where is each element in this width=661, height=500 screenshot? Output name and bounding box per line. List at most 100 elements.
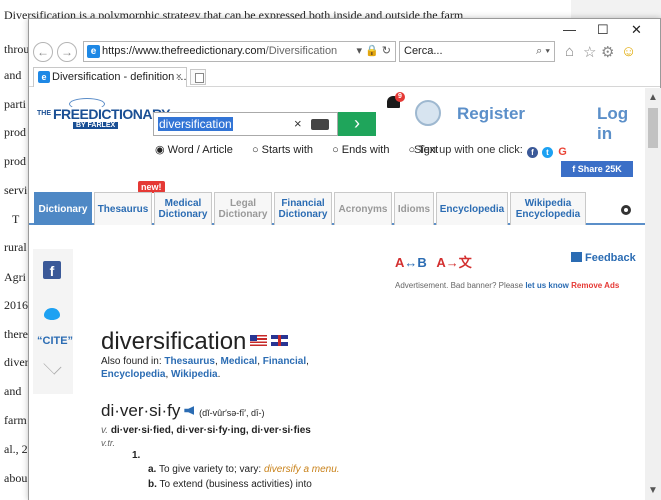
tab-acronyms[interactable]: Acronyms (334, 192, 392, 225)
page-content: THE FREEDICTIONARY BY FARLEX diversifica… (29, 88, 645, 500)
document-line-fragment: Agri (4, 270, 26, 284)
scroll-up-icon[interactable]: ▲ (648, 92, 658, 103)
scroll-thumb[interactable] (648, 108, 658, 148)
chevron-down-icon[interactable] (39, 363, 67, 377)
google-signup-icon[interactable]: G (557, 147, 569, 158)
url-domain: thefreedictionary.com (161, 45, 266, 57)
document-line-fragment: prod (4, 125, 26, 139)
tab-close-icon[interactable]: × (176, 68, 182, 86)
font-size-tools: A↔B A→文 (395, 252, 472, 271)
us-audio-flag-icon[interactable] (250, 335, 268, 346)
speaker-icon[interactable] (184, 406, 195, 415)
smiley-feedback-icon[interactable]: ☺ (621, 43, 636, 60)
tab-encyclopedia[interactable]: Encyclopedia (436, 192, 508, 225)
address-tools-icon[interactable]: ▾ 🔒 ↻ (356, 42, 391, 61)
vertical-scrollbar[interactable]: ▲ ▼ (645, 88, 661, 500)
tab-dictionary[interactable]: Dictionary (34, 192, 92, 225)
uk-audio-flag-icon[interactable] (271, 335, 289, 346)
radio-ends-with[interactable]: ○ Ends with (332, 144, 397, 156)
also-found-link[interactable]: Encyclopedia (101, 369, 165, 380)
def-a-text: To give variety to; vary: (158, 464, 262, 475)
radio-word-article[interactable]: ◉ Word / Article (155, 144, 241, 156)
radio-label: Ends with (341, 144, 390, 156)
document-line-fragment: rural (4, 240, 27, 254)
tab-financial-dictionary[interactable]: Financial Dictionary (274, 192, 332, 225)
def-b-label: b. (148, 479, 157, 490)
notification-bell-icon[interactable]: 9 (385, 92, 405, 112)
close-button[interactable]: ✕ (631, 22, 642, 38)
def-a-example: diversify a menu. (264, 464, 340, 475)
tab-idioms[interactable]: Idioms (394, 192, 434, 225)
tab-wikipedia-encyclopedia[interactable]: Wikipedia Encyclopedia (510, 192, 586, 225)
browser-tab-active[interactable]: e Diversification - definition ... × (33, 67, 187, 87)
url-path: /Diversification (265, 45, 338, 57)
new-tab-button[interactable] (190, 69, 206, 85)
also-found-link[interactable]: Medical (221, 356, 258, 367)
search-mode-options: ◉ Word / Article ○ Starts with ○ Ends wi… (155, 143, 454, 156)
login-button[interactable]: Log in (597, 104, 645, 144)
address-bar[interactable]: e https://www.thefreedictionary.com/Dive… (83, 41, 396, 62)
twitter-signup-icon[interactable]: t (541, 147, 553, 158)
radio-label: Starts with (261, 144, 313, 156)
definition-a: a. To give variety to; vary: diversify a… (148, 464, 340, 475)
browser-window: — ☐ ✕ ← → e https://www.thefreedictionar… (28, 18, 661, 500)
document-line-fragment: there (4, 327, 28, 341)
dictionary-search-input[interactable]: diversification × (153, 112, 338, 136)
document-line-fragment: abou (4, 471, 28, 485)
logo-sub: BY FARLEX (73, 122, 119, 129)
radio-starts-with[interactable]: ○ Starts with (252, 144, 321, 156)
share-button[interactable]: f Share 25K (561, 161, 633, 177)
search-icon[interactable]: ⌕ ▾ (536, 42, 550, 61)
entry-headword: diversification (101, 328, 289, 356)
search-go-button[interactable]: › (338, 112, 376, 136)
pronunciation: (dĭ-vûr′sə-fī′, dī-) (199, 408, 265, 418)
clear-search-icon[interactable]: × (294, 116, 302, 131)
forward-button[interactable]: → (57, 42, 77, 62)
document-line-fragment: prod (4, 154, 26, 168)
tab-row: e Diversification - definition ... × (29, 65, 660, 87)
keyboard-icon[interactable] (311, 119, 329, 130)
tab-legal-dictionary[interactable]: Legal Dictionary (214, 192, 272, 225)
def-a-label: a. (148, 464, 157, 475)
font-size-b: B (417, 255, 427, 270)
font-size-icon[interactable]: A↔B (395, 255, 427, 270)
remove-ads-link[interactable]: Remove Ads (571, 281, 619, 290)
facebook-signup-icon[interactable]: f (526, 147, 538, 158)
also-found-link[interactable]: Wikipedia (171, 369, 218, 380)
tab-thesaurus[interactable]: Thesaurus (94, 192, 152, 225)
dictionary-search-value: diversification (158, 117, 233, 131)
tab-medical-dictionary[interactable]: Medical Dictionary (154, 192, 212, 225)
also-found-prefix: Also found in: (101, 356, 165, 367)
document-line-fragment: parti (4, 97, 26, 111)
site-logo[interactable]: THE FREEDICTIONARY BY FARLEX (37, 98, 170, 140)
back-button[interactable]: ← (33, 42, 53, 62)
document-line-fragment: and (4, 384, 22, 398)
feedback-link[interactable]: Feedback (571, 252, 636, 264)
signup-row: Sign up with one click: f t G (414, 144, 569, 158)
ad-let-us-know-link[interactable]: let us know (525, 281, 569, 290)
page-settings-gear-icon[interactable] (619, 203, 633, 217)
maximize-button[interactable]: ☐ (597, 22, 609, 38)
site-favicon-icon: e (87, 45, 100, 58)
register-button[interactable]: Register (415, 100, 545, 134)
document-line-fragment: throu (4, 42, 30, 56)
feedback-label: Feedback (585, 252, 636, 264)
settings-gear-icon[interactable]: ⚙ (601, 43, 614, 61)
register-avatar-icon (415, 100, 441, 126)
home-icon[interactable]: ⌂ (565, 43, 574, 60)
also-found-link[interactable]: Financial (263, 356, 306, 367)
cite-button[interactable]: “CITE” (37, 335, 73, 347)
social-share-sidebar: f “CITE” (33, 249, 73, 394)
also-found-link[interactable]: Thesaurus (164, 356, 215, 367)
facebook-share-icon[interactable]: f (43, 261, 61, 279)
translate-icon[interactable]: A→文 (436, 255, 471, 270)
browser-search-box[interactable]: Cerca... ⌕ ▾ (399, 41, 555, 62)
also-found-in: Also found in: Thesaurus, Medical, Finan… (101, 356, 309, 380)
twitter-share-icon[interactable] (42, 305, 62, 321)
ad-note: Advertisement. Bad banner? Please let us… (395, 281, 619, 290)
url-prefix: https://www. (102, 45, 162, 57)
favorites-star-icon[interactable]: ☆ (583, 43, 596, 61)
document-line-fragment: T (12, 212, 20, 226)
scroll-down-icon[interactable]: ▼ (648, 485, 658, 496)
minimize-button[interactable]: — (563, 22, 576, 37)
